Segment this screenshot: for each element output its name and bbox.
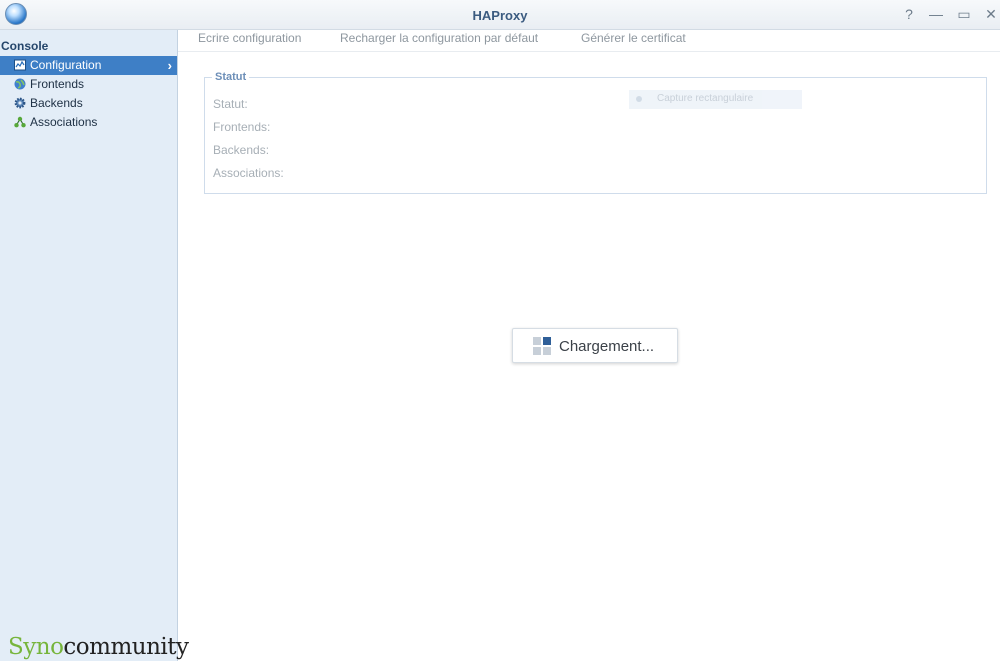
sidebar-item-label: Associations [30,115,98,129]
chevron-right-icon: › [167,58,172,73]
status-legend: Statut [212,71,250,83]
sidebar: Console Configuration › Frontends Backen… [0,30,189,661]
loading-spinner-icon [533,337,551,355]
close-icon[interactable]: ✕ [982,5,1000,23]
frontends-field-label: Frontends: [213,120,271,134]
backends-gear-icon [14,97,26,109]
sidebar-heading: Console [1,39,49,53]
help-icon[interactable]: ? [900,5,918,23]
capture-overlay: Capture rectangulaire [629,90,802,109]
synocommunity-logo: Synocommunity [8,634,189,660]
frontends-globe-icon [14,78,26,90]
associations-network-icon [14,116,26,128]
sidebar-item-backends[interactable]: Backends [0,94,177,113]
sidebar-item-configuration[interactable]: Configuration › [0,56,177,75]
status-panel: Statut Statut: Frontends: Backends: Asso… [204,71,987,194]
window-title: HAProxy [472,8,528,23]
configuration-icon [14,59,26,71]
generate-certificate-button[interactable]: Générer le certificat [581,31,686,45]
capture-label: Capture rectangulaire [657,93,754,104]
minimize-icon[interactable]: — [927,5,945,23]
reload-default-configuration-button[interactable]: Recharger la configuration par défaut [340,31,538,45]
write-configuration-button[interactable]: Ecrire configuration [198,31,301,45]
maximize-icon[interactable]: ▭ [955,5,973,23]
loading-indicator: Chargement... [512,328,678,363]
title-bar: HAProxy ? — ▭ ✕ [0,0,1000,30]
backends-field-label: Backends: [213,143,270,157]
associations-field-label: Associations: [213,166,284,180]
toolbar: Ecrire configuration Recharger la config… [178,30,1000,52]
sidebar-item-label: Frontends [30,77,85,91]
sidebar-item-associations[interactable]: Associations [0,113,177,132]
status-field-label: Statut: [213,97,248,111]
sidebar-item-frontends[interactable]: Frontends [0,75,177,94]
sidebar-item-label: Configuration [30,58,102,72]
loading-text: Chargement... [559,338,655,355]
sidebar-item-label: Backends [30,96,83,110]
capture-icon [636,96,642,102]
